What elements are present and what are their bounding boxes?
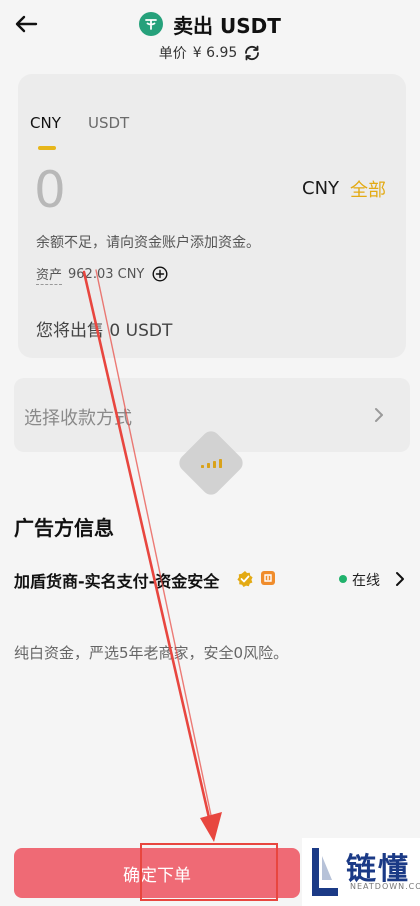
verified-icon: [237, 571, 253, 587]
advertiser-section-title: 广告方信息: [14, 516, 114, 540]
assets-label: 资产: [36, 264, 63, 285]
usdt-coin-icon: [139, 12, 164, 36]
page-title: 卖出 USDT: [173, 13, 281, 38]
unit-price-label: 单价: [158, 46, 187, 62]
watermark-logo: 链懂 NEATDOWN.COM: [302, 838, 420, 906]
insufficient-balance-warning: 余额不足，请向资金账户添加资金。: [36, 235, 260, 251]
unit-price-value: ¥ 6.95: [192, 45, 238, 61]
loading-icon: [201, 459, 222, 468]
refresh-icon[interactable]: [243, 44, 261, 62]
watermark-mark-icon: [312, 848, 338, 896]
merchant-name: 加盾货商-实名支付-资金安全: [14, 572, 220, 591]
tab-usdt[interactable]: USDT: [88, 114, 129, 132]
assets-row: 资产 962.03 CNY: [36, 264, 168, 285]
watermark-subtext: NEATDOWN.COM: [350, 882, 420, 891]
all-amount-button[interactable]: 全部: [350, 176, 386, 202]
online-status-text: 在线: [352, 573, 380, 589]
merchant-description: 纯白资金，严选5年老商家，安全0风险。: [14, 644, 289, 662]
merchant-row[interactable]: 加盾货商-实名支付-资金安全 在线: [14, 566, 410, 592]
chevron-right-icon[interactable]: [394, 571, 406, 587]
online-status-dot: [339, 575, 347, 583]
unit-price-row: 单价 ¥ 6.95: [0, 42, 420, 64]
currency-label: CNY: [302, 178, 340, 199]
add-circle-icon[interactable]: [152, 266, 168, 282]
sell-summary: 您将出售 0 USDT: [36, 321, 173, 341]
payment-method-placeholder: 选择收款方式: [24, 408, 132, 429]
merchant-badge-icon: [261, 571, 275, 585]
tab-cny[interactable]: CNY: [30, 114, 61, 132]
active-tab-indicator: [38, 146, 56, 150]
confirm-order-button[interactable]: 确定下单: [14, 848, 300, 898]
chevron-right-icon: [375, 408, 383, 422]
amount-input[interactable]: 0: [34, 160, 66, 220]
assets-value: 962.03 CNY: [68, 266, 145, 282]
page-header: 卖出 USDT: [0, 10, 420, 38]
